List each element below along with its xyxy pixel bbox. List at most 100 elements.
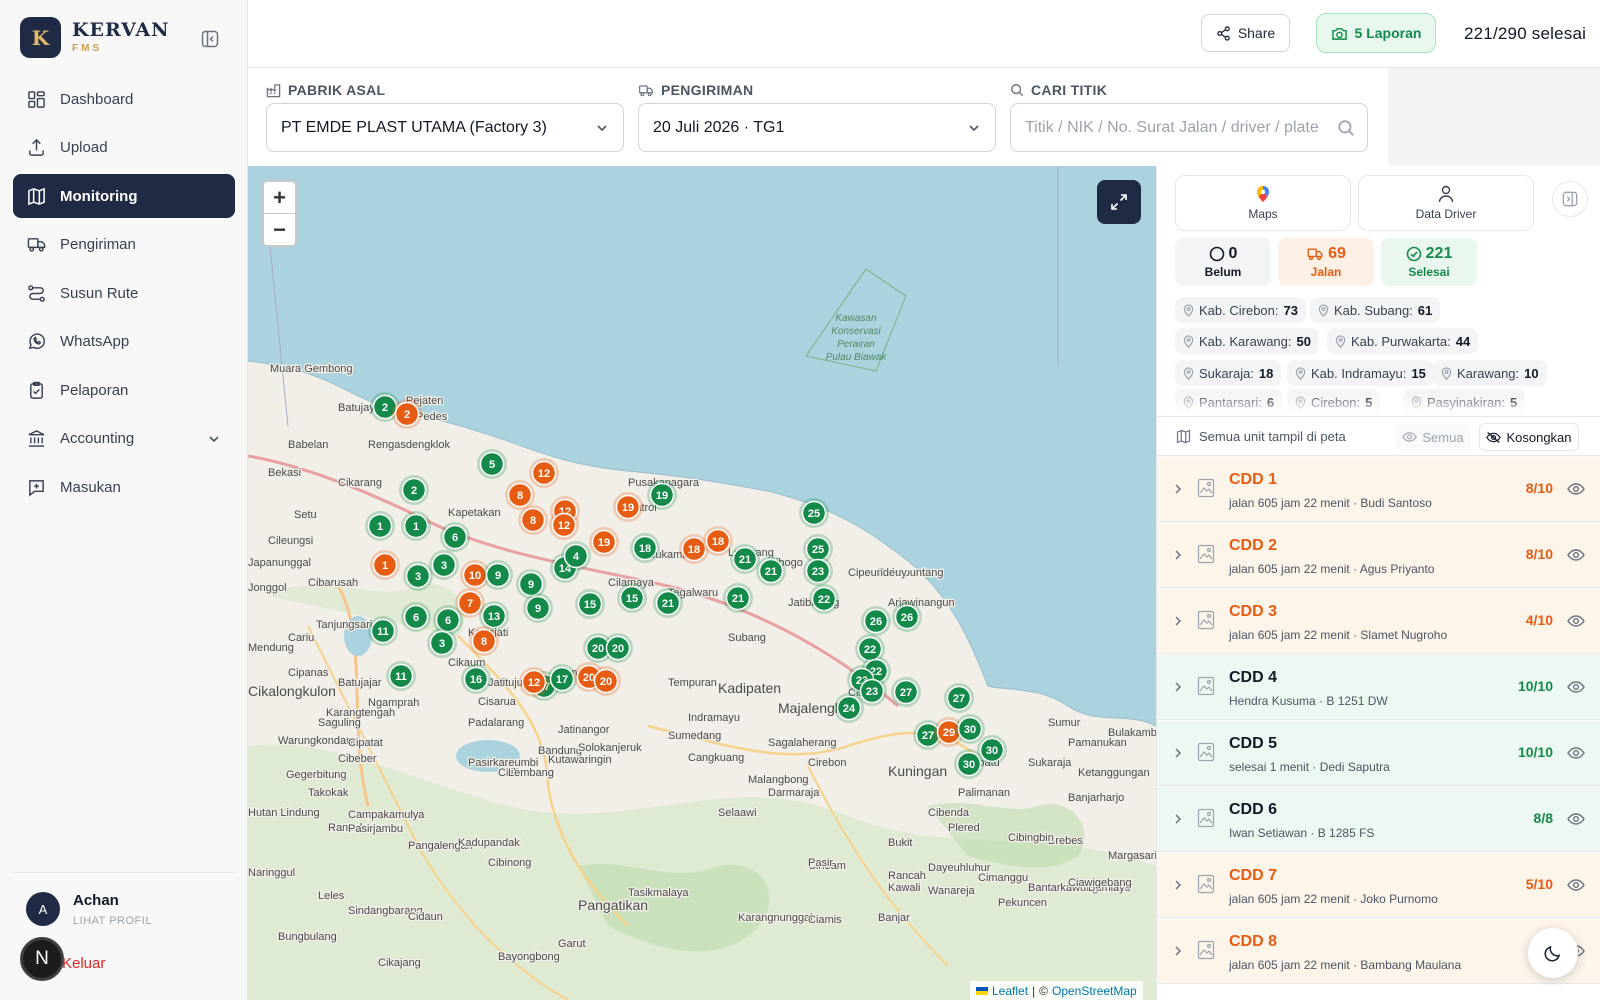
- eye-icon[interactable]: [1567, 480, 1585, 498]
- nav-item-monitoring[interactable]: Monitoring: [13, 174, 235, 218]
- cluster-count: 23: [812, 566, 824, 578]
- unit-detail: Iwan Setiawan · B 1285 FS: [1229, 826, 1375, 840]
- place-label: Malangbong: [748, 774, 809, 786]
- cluster-count: 20: [612, 643, 624, 655]
- search-icon[interactable]: [1337, 119, 1355, 137]
- region-chip[interactable]: Karawang: 10: [1433, 360, 1547, 386]
- cluster-count: 12: [528, 677, 540, 689]
- place-label: Ciamis: [808, 914, 842, 926]
- reports-button[interactable]: 5 Laporan: [1316, 13, 1436, 53]
- theme-toggle-button[interactable]: [1528, 928, 1578, 978]
- unit-row[interactable]: CDD 3 jalan 605 jam 22 menit · Slamet Nug…: [1157, 589, 1600, 654]
- unit-row[interactable]: CDD 7 jalan 605 jam 22 menit · Joko Purno…: [1157, 853, 1600, 918]
- eye-icon[interactable]: [1567, 744, 1585, 762]
- chevron-right-icon[interactable]: [1171, 878, 1185, 892]
- map-view[interactable]: Kawasan Konservasi Perairan Pulau Biawak Mu…: [248, 166, 1156, 1000]
- share-button[interactable]: Share: [1201, 14, 1290, 52]
- logout-badge[interactable]: N: [20, 937, 64, 981]
- nav-item-masukan[interactable]: Masukan: [13, 465, 235, 509]
- eye-icon[interactable]: [1567, 546, 1585, 564]
- region-count: 15: [1411, 365, 1426, 381]
- place-label: Tanjungsari: [316, 619, 372, 631]
- clear-button[interactable]: Kosongkan: [1479, 423, 1579, 451]
- nav-item-pengiriman[interactable]: Pengiriman: [13, 223, 235, 267]
- shipment-select[interactable]: 20 Juli 2026 · TG1: [638, 103, 996, 152]
- nav-item-whatsapp[interactable]: WhatsApp: [13, 320, 235, 364]
- chevron-right-icon[interactable]: [1171, 812, 1185, 826]
- chevron-right-icon[interactable]: [1171, 944, 1185, 958]
- unit-progress: 8/8: [1533, 810, 1553, 826]
- eye-icon[interactable]: [1567, 876, 1585, 894]
- truck-image-icon: [1197, 478, 1215, 498]
- unit-row[interactable]: CDD 2 jalan 605 jam 22 menit · Agus Priya…: [1157, 523, 1600, 588]
- chevron-right-icon[interactable]: [1171, 482, 1185, 496]
- zoom-control: + −: [262, 180, 297, 247]
- nav-item-upload[interactable]: Upload: [13, 126, 235, 170]
- logout-button[interactable]: Keluar: [62, 955, 105, 972]
- unit-row[interactable]: CDD 5 selesai 1 menit · Dedi Saputra 10/10: [1157, 721, 1600, 786]
- chevron-right-icon[interactable]: [1171, 614, 1185, 628]
- region-chip[interactable]: Sukaraja: 18: [1175, 360, 1282, 386]
- search-icon: [1011, 84, 1024, 97]
- nav-item-dashboard[interactable]: Dashboard: [13, 77, 235, 121]
- view-profile-link[interactable]: LIHAT PROFIL: [73, 915, 152, 927]
- region-chip[interactable]: Kab. Purwakarta: 44: [1327, 328, 1479, 354]
- factory-select[interactable]: PT EMDE PLAST UTAMA (Factory 3): [266, 103, 624, 152]
- factory-select-value: PT EMDE PLAST UTAMA (Factory 3): [281, 118, 547, 136]
- stat-belum[interactable]: 0 Belum: [1175, 238, 1271, 286]
- collapse-panel-button[interactable]: [1552, 181, 1588, 217]
- chevron-right-icon[interactable]: [1171, 680, 1185, 694]
- region-chip[interactable]: Kab. Cirebon: 73: [1175, 297, 1306, 323]
- map-canvas[interactable]: Kawasan Konservasi Perairan Pulau Biawak Mu…: [248, 166, 1156, 1000]
- place-label: Solokanjeruk: [578, 742, 642, 754]
- eye-icon[interactable]: [1567, 678, 1585, 696]
- conservation-label-line: Pulau Biawak: [826, 352, 888, 363]
- eye-icon[interactable]: [1567, 810, 1585, 828]
- nav-item-pelaporan[interactable]: Pelaporan: [13, 368, 235, 412]
- region-chip[interactable]: Kab. Indramayu: 15: [1287, 360, 1434, 386]
- unit-detail: Hendra Kusuma · B 1251 DW: [1229, 694, 1388, 708]
- unit-row[interactable]: CDD 6 Iwan Setiawan · B 1285 FS 8/8: [1157, 787, 1600, 852]
- search-input[interactable]: Titik / NIK / No. Surat Jalan / driver /…: [1010, 103, 1368, 152]
- cluster-count: 6: [413, 612, 419, 624]
- stat-jalan[interactable]: 69 Jalan: [1278, 238, 1374, 286]
- cluster-count: 21: [765, 566, 777, 578]
- reports-label: 5 Laporan: [1354, 25, 1422, 41]
- nav-item-accounting[interactable]: Accounting: [13, 417, 235, 461]
- eye-icon[interactable]: [1567, 612, 1585, 630]
- avatar[interactable]: A: [26, 892, 60, 926]
- stat-count-value: 0: [1228, 245, 1238, 262]
- unit-row[interactable]: CDD 4 Hendra Kusuma · B 1251 DW 10/10: [1157, 655, 1600, 720]
- cluster-count: 21: [662, 598, 674, 610]
- place-label: Muara Gembong: [270, 363, 353, 375]
- zoom-out-button[interactable]: −: [264, 214, 295, 246]
- stat-selesai[interactable]: 221 Selesai: [1381, 238, 1477, 286]
- nav-item-susun-rute[interactable]: Susun Rute: [13, 271, 235, 315]
- chevron-right-icon[interactable]: [1171, 746, 1185, 760]
- place-label: Cikajang: [378, 957, 421, 969]
- fullscreen-button[interactable]: [1097, 180, 1141, 224]
- share-label: Share: [1237, 25, 1276, 41]
- region-chip[interactable]: Kab. Karawang: 50: [1175, 328, 1319, 354]
- chevron-right-icon[interactable]: [1171, 548, 1185, 562]
- cluster-count: 2: [411, 485, 417, 497]
- region-name: Sukaraja:: [1199, 365, 1254, 381]
- map-icon: [1176, 429, 1191, 443]
- osm-link[interactable]: OpenStreetMap: [1052, 984, 1137, 998]
- zoom-in-button[interactable]: +: [264, 182, 295, 214]
- place-label: Cibinong: [488, 857, 531, 869]
- unit-row[interactable]: CDD 1 jalan 605 jam 22 menit · Budi Santo…: [1157, 457, 1600, 522]
- tab-maps[interactable]: Maps: [1175, 175, 1351, 231]
- tab-data-driver[interactable]: Data Driver: [1358, 175, 1534, 231]
- logo-badge[interactable]: K: [20, 17, 61, 58]
- unit-name: CDD 6: [1229, 801, 1278, 818]
- show-all-button[interactable]: Semua: [1395, 423, 1471, 451]
- cluster-count: 12: [558, 520, 570, 532]
- collapse-sidebar-button[interactable]: [198, 27, 222, 51]
- map-icon: [28, 187, 45, 205]
- truck-image-icon: [1197, 610, 1215, 630]
- main-nav: Dashboard Upload Monitoring Pengiriman S…: [13, 77, 235, 514]
- place-label: Bayongbong: [498, 951, 560, 963]
- leaflet-link[interactable]: Leaflet: [992, 984, 1028, 998]
- region-chip[interactable]: Kab. Subang: 61: [1310, 297, 1441, 323]
